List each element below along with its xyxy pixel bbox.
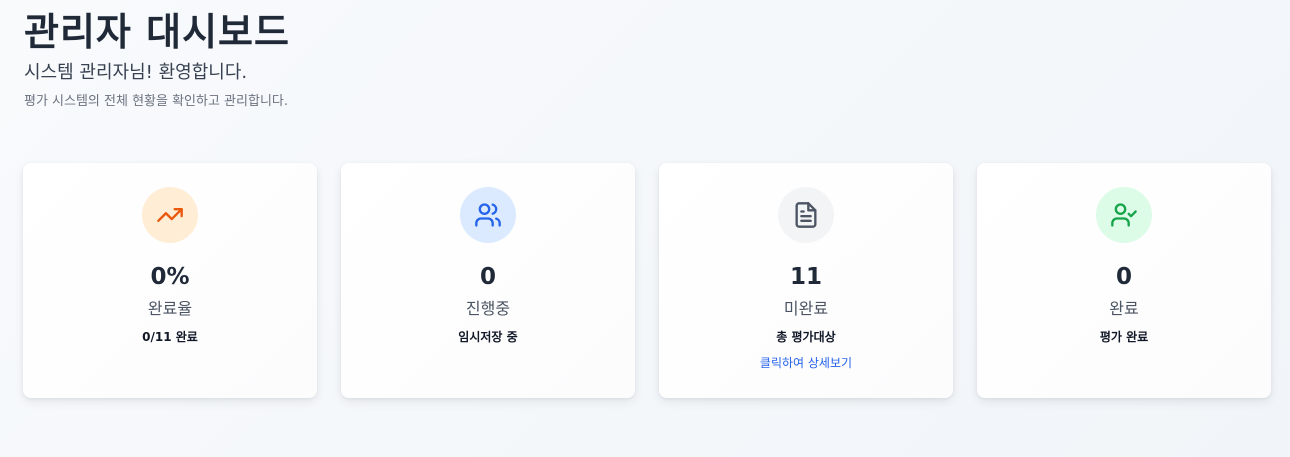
completion-rate-card: 0% 완료율 0/11 완료 [23,163,317,398]
completed-value: 0 [1115,264,1132,290]
in-progress-label: 진행중 [465,299,511,318]
completed-card: 0 완료 평가 완료 [977,163,1271,398]
completion-rate-label: 완료율 [147,299,193,318]
in-progress-card: 0 진행중 임시저장 중 [341,163,635,398]
stats-cards: 0% 완료율 0/11 완료 0 진행중 임시저장 중 11 미완료 총 평가대… [23,163,1271,398]
incomplete-value: 11 [789,264,822,290]
in-progress-sub: 임시저장 중 [458,330,518,344]
page-header: 관리자 대시보드 시스템 관리자님! 환영합니다. 평가 시스템의 전체 현황을… [24,8,290,111]
trending-up-icon [142,187,198,243]
view-details-link[interactable]: 클릭하여 상세보기 [760,355,852,371]
page-subtitle: 평가 시스템의 전체 현황을 확인하고 관리합니다. [24,94,288,109]
incomplete-card[interactable]: 11 미완료 총 평가대상 클릭하여 상세보기 [659,163,953,398]
completed-label: 완료 [1109,299,1139,318]
incomplete-label: 미완료 [783,299,829,318]
incomplete-sub: 총 평가대상 [776,330,836,344]
completion-rate-value: 0% [150,264,190,290]
document-icon [778,187,834,243]
in-progress-value: 0 [479,264,496,290]
users-icon [460,187,516,243]
completion-rate-sub: 0/11 완료 [142,330,198,344]
page-title: 관리자 대시보드 [24,10,290,54]
welcome-message: 시스템 관리자님! 환영합니다. [24,62,248,83]
completed-sub: 평가 완료 [1099,330,1149,344]
user-check-icon [1096,187,1152,243]
